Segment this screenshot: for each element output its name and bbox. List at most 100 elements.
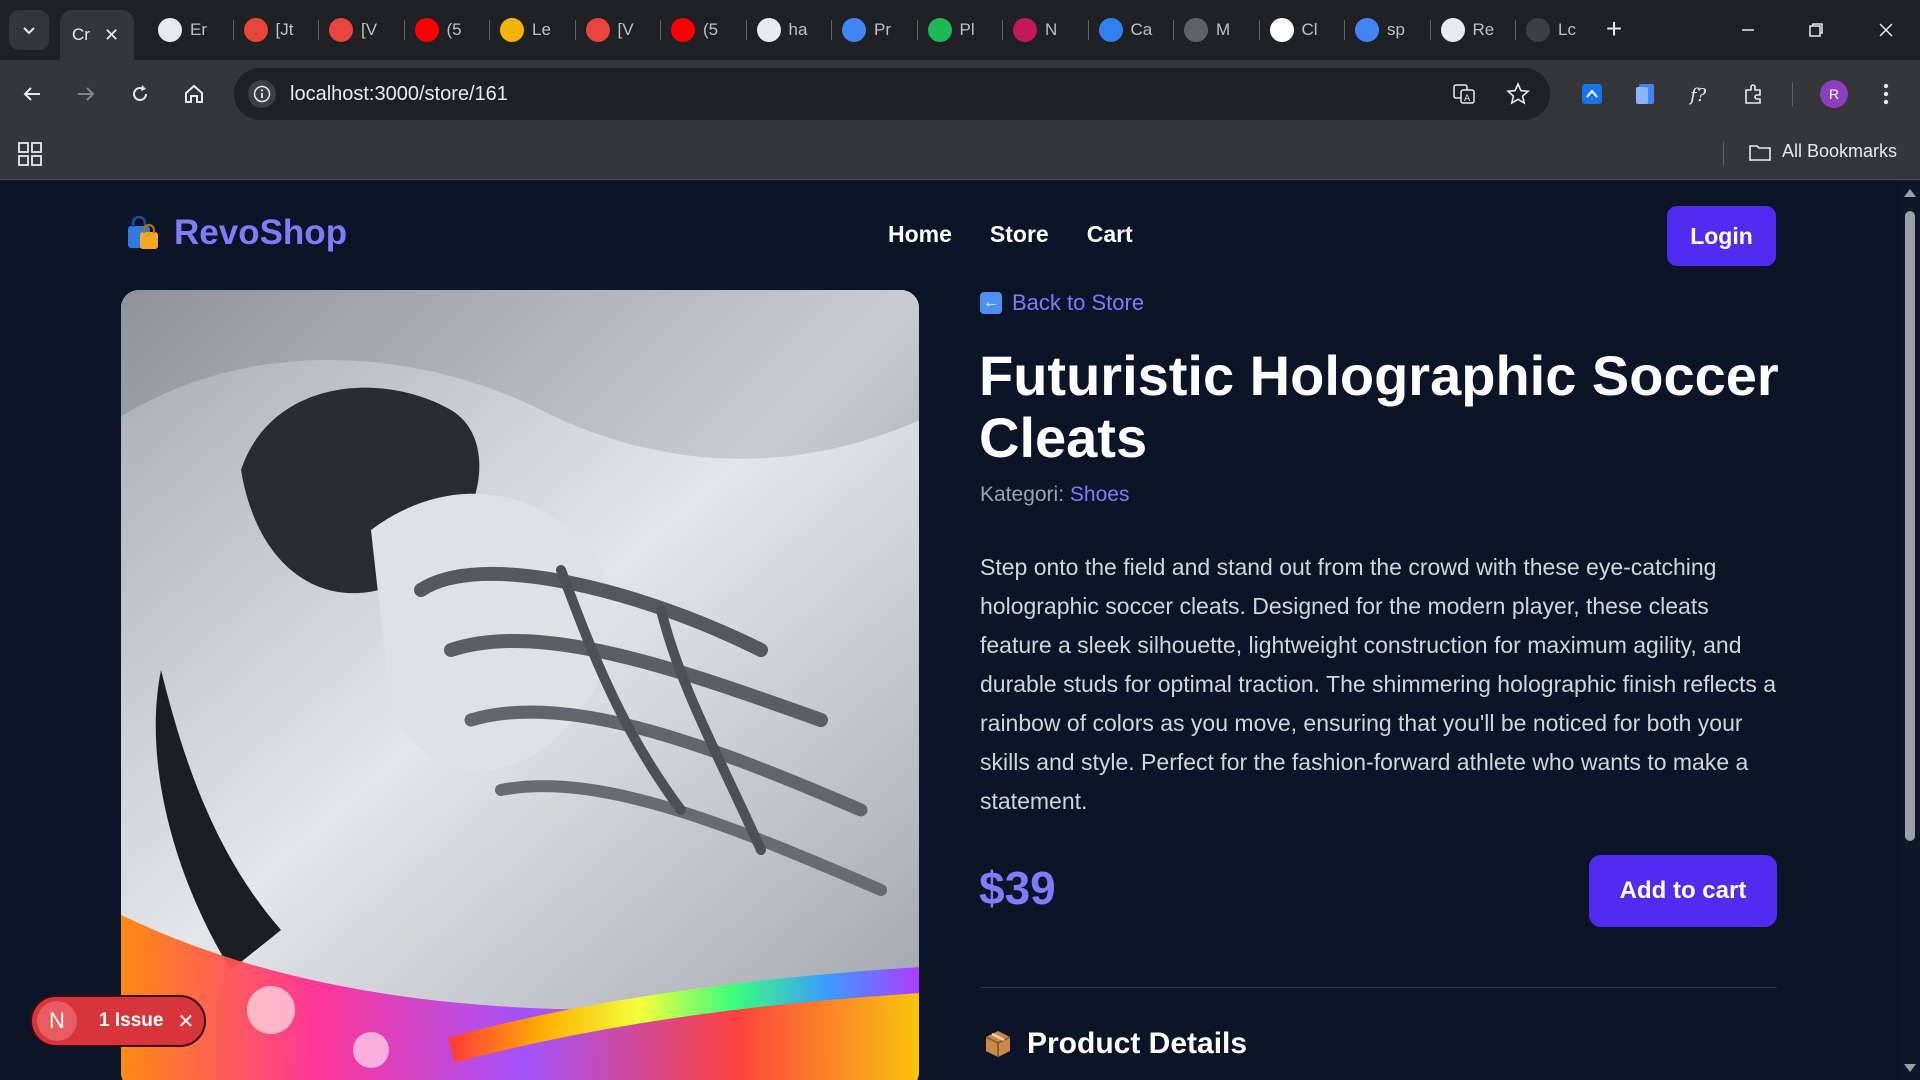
slides-icon — [500, 18, 524, 42]
profile-avatar[interactable]: R — [1820, 80, 1848, 108]
site-nav: Home Store Cart — [888, 221, 1133, 248]
tab-separator — [1344, 20, 1345, 40]
login-button[interactable]: Login — [1667, 206, 1776, 266]
nav-cart[interactable]: Cart — [1087, 221, 1133, 248]
tab-separator — [489, 20, 490, 40]
nav-home[interactable]: Home — [888, 221, 952, 248]
product-price: $39 — [979, 862, 1056, 914]
google-icon — [1355, 18, 1379, 42]
minimize-icon — [1742, 29, 1754, 31]
tab[interactable]: Pr — [842, 10, 896, 50]
github-icon — [1440, 18, 1465, 42]
extension-function-icon[interactable]: f? — [1684, 78, 1716, 110]
arrow-right-icon — [78, 87, 95, 101]
tab[interactable]: Er — [158, 10, 212, 50]
openai-icon — [158, 18, 182, 42]
circle-blue-icon — [1098, 18, 1123, 42]
tab-title: sp — [1387, 20, 1405, 39]
extension-docs-icon[interactable] — [1630, 78, 1662, 110]
close-window-button[interactable] — [1866, 12, 1906, 48]
tab-title: Er — [190, 20, 207, 39]
address-bar[interactable]: localhost:3000/store/161 A — [234, 68, 1550, 120]
close-icon — [1879, 23, 1893, 37]
all-bookmarks-label: All Bookmarks — [1782, 141, 1898, 161]
tab[interactable]: Re — [1440, 10, 1495, 50]
tab-separator — [1515, 20, 1516, 40]
minimize-button[interactable] — [1728, 12, 1768, 48]
apps-grid-icon[interactable] — [16, 140, 44, 168]
new-tab-button[interactable]: + — [1598, 14, 1630, 46]
back-to-store-link[interactable]: ← Back to Store — [980, 290, 1144, 316]
toolbar-divider — [1792, 82, 1793, 106]
page-icon — [1526, 18, 1550, 42]
tab[interactable]: sp — [1355, 10, 1409, 50]
tab-search-button[interactable] — [9, 10, 49, 50]
extensions-puzzle-icon[interactable] — [1738, 78, 1770, 110]
home-button[interactable] — [176, 76, 212, 112]
tab[interactable]: Ca — [1098, 10, 1153, 50]
diamond-icon — [927, 18, 952, 42]
brand-logo[interactable]: RevoShop — [124, 213, 347, 253]
reload-button[interactable] — [122, 76, 158, 112]
tab-title: (5 — [703, 20, 719, 39]
all-bookmarks-button[interactable]: All Bookmarks — [1748, 141, 1897, 162]
tab-separator — [1429, 20, 1431, 40]
product-image — [121, 290, 919, 1080]
tab[interactable]: (5 — [671, 10, 725, 50]
tab[interactable]: [Jt — [243, 10, 298, 50]
tab[interactable]: Cl — [1269, 10, 1324, 50]
tab[interactable]: Le — [500, 10, 554, 50]
tab[interactable]: M — [1184, 10, 1238, 50]
docs-icon — [842, 18, 866, 42]
close-icon[interactable]: ✕ — [177, 1009, 194, 1034]
page-scrollbar[interactable] — [1900, 181, 1920, 1080]
tab-separator — [916, 20, 918, 40]
tab-separator — [1173, 20, 1174, 40]
bookmark-star-icon[interactable] — [1502, 78, 1534, 110]
tab[interactable]: [V — [585, 10, 640, 50]
scroll-up-icon[interactable] — [1904, 189, 1916, 197]
tab-title: M — [1216, 20, 1231, 39]
product-description: Step onto the field and stand out from t… — [980, 554, 1777, 814]
tab-title: Cl — [1301, 20, 1318, 39]
youtube-icon — [414, 18, 439, 42]
product-title: Futuristic Holographic Soccer Cleats — [979, 344, 1779, 469]
tab-separator — [1258, 20, 1260, 40]
tab[interactable]: [V — [329, 10, 383, 50]
tab-strip: Cr ✕ Er [Jt [V (5 Le [V (5 ha Pr Pl N Ca M Cl sp Re Lc + — [0, 0, 1920, 60]
dev-issues-badge[interactable]: N 1 Issue ✕ — [30, 995, 206, 1047]
scroll-down-icon[interactable] — [1904, 1064, 1916, 1072]
translate-icon[interactable]: A — [1448, 78, 1480, 110]
category-label: Kategori: — [980, 483, 1065, 506]
extension-blue-icon[interactable] — [1576, 78, 1608, 110]
scroll-thumb[interactable] — [1905, 211, 1915, 841]
close-tab-icon[interactable]: ✕ — [104, 25, 119, 46]
tab-active[interactable]: Cr ✕ — [60, 10, 134, 60]
tab-separator — [660, 20, 661, 40]
tab-separator — [318, 20, 319, 40]
tab[interactable]: (5 — [414, 10, 469, 50]
product-details-heading: Product Details — [983, 1027, 1247, 1061]
chevron-down-icon — [23, 27, 35, 35]
site-info-icon[interactable] — [248, 80, 276, 108]
forward-button[interactable] — [68, 76, 104, 112]
tab[interactable]: Pl — [927, 10, 982, 50]
tab[interactable]: N — [1013, 10, 1067, 50]
tab[interactable]: ha — [756, 10, 811, 50]
github-icon — [756, 18, 781, 42]
page-icon — [1184, 18, 1208, 42]
category-link[interactable]: Shoes — [1070, 483, 1130, 506]
tab[interactable]: Lc — [1526, 10, 1580, 50]
kebab-menu-icon[interactable] — [1870, 78, 1902, 110]
restore-button[interactable] — [1796, 12, 1836, 48]
back-button[interactable] — [14, 76, 50, 112]
shopping-bags-icon — [128, 215, 158, 249]
nav-store[interactable]: Store — [990, 221, 1049, 248]
folder-icon — [1749, 144, 1771, 161]
tab-separator — [232, 20, 234, 40]
home-icon — [185, 84, 203, 103]
gear-red-icon — [585, 18, 610, 42]
youtube-icon — [671, 18, 695, 42]
tab-separator — [574, 20, 576, 40]
add-to-cart-button[interactable]: Add to cart — [1589, 855, 1777, 927]
